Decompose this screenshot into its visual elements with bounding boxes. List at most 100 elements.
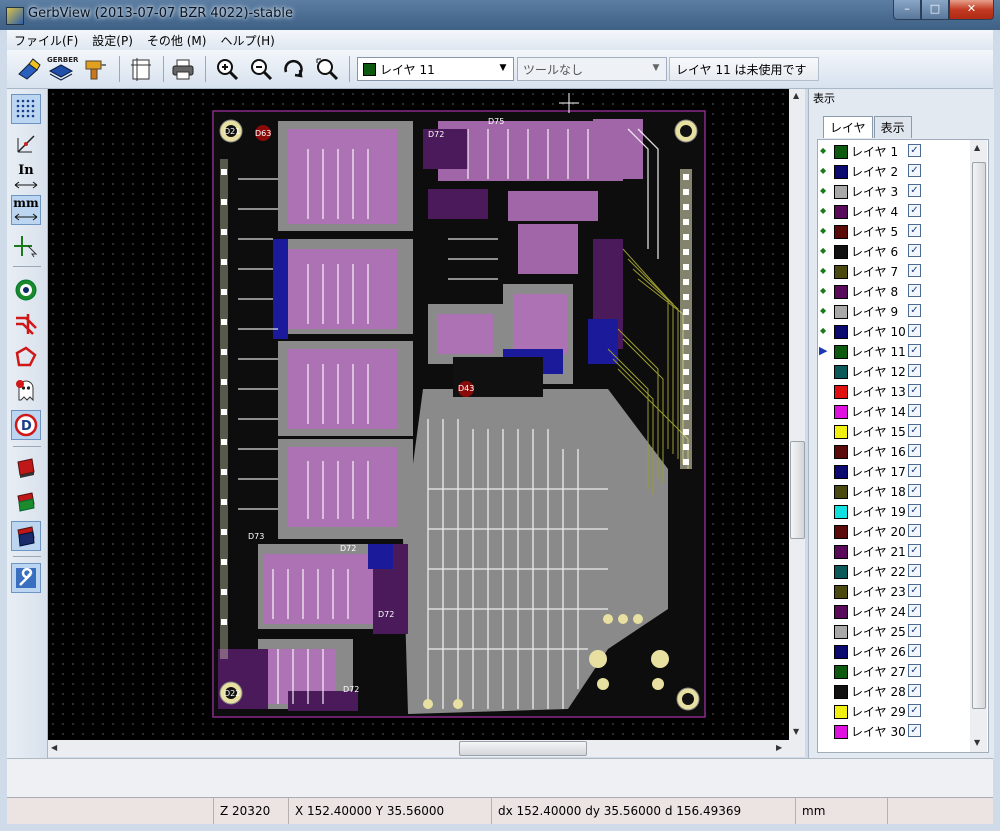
layer-color-swatch[interactable] [834, 205, 848, 219]
layer-name[interactable]: レイヤ 28 [851, 683, 906, 700]
clear-layers-button[interactable] [15, 55, 43, 83]
layer-name[interactable]: レイヤ 11 [851, 343, 906, 360]
layer-name[interactable]: レイヤ 1 [851, 143, 898, 160]
show-negative-objects-button[interactable] [11, 375, 41, 405]
page-settings-button[interactable] [127, 55, 155, 83]
layer-color-swatch[interactable] [834, 605, 848, 619]
layer-visibility-checkbox[interactable]: ✓ [908, 624, 921, 637]
layer-visibility-checkbox[interactable]: ✓ [908, 644, 921, 657]
layer-color-swatch[interactable] [834, 165, 848, 179]
layer-visibility-checkbox[interactable]: ✓ [908, 344, 921, 357]
title-bar[interactable]: GerbView (2013-07-07 BZR 4022)-stable – … [0, 0, 1000, 30]
layer-visibility-checkbox[interactable]: ✓ [908, 224, 921, 237]
layer-row[interactable]: レイヤ 27 ✓ [818, 661, 968, 681]
layer-color-swatch[interactable] [834, 545, 848, 559]
layer-visibility-checkbox[interactable]: ✓ [908, 604, 921, 617]
layer-name[interactable]: レイヤ 9 [851, 303, 898, 320]
print-button[interactable] [169, 55, 197, 83]
layer-visibility-checkbox[interactable]: ✓ [908, 184, 921, 197]
maximize-button[interactable]: □ [921, 0, 949, 20]
layer-row[interactable]: レイヤ 18 ✓ [818, 481, 968, 501]
layer-row[interactable]: ◆ レイヤ 3 ✓ [818, 181, 968, 201]
show-dcodes-button[interactable]: D [11, 410, 41, 440]
layer-row[interactable]: レイヤ 19 ✓ [818, 501, 968, 521]
layer-color-swatch[interactable] [834, 465, 848, 479]
mm-units-button[interactable]: mm [11, 195, 41, 225]
layer-name[interactable]: レイヤ 29 [851, 703, 906, 720]
layer-color-swatch[interactable] [834, 625, 848, 639]
layer-color-swatch[interactable] [834, 565, 848, 579]
layer-color-swatch[interactable] [834, 285, 848, 299]
layer-row[interactable]: レイヤ 24 ✓ [818, 601, 968, 621]
canvas-vertical-scroll-thumb[interactable] [790, 441, 805, 539]
pcb-board-view[interactable]: D21 D63 D72 D75 D43 D73 D72 D72 D22 D72 [48, 89, 789, 740]
cursor-shape-button[interactable] [11, 231, 41, 261]
layer-visibility-checkbox[interactable]: ✓ [908, 204, 921, 217]
layers-manager-toggle-button[interactable] [11, 563, 41, 593]
layer-color-swatch[interactable] [834, 585, 848, 599]
layer-color-swatch[interactable] [834, 305, 848, 319]
show-lines-sketch-button[interactable] [11, 309, 41, 339]
display-mode-1-button[interactable] [11, 453, 41, 483]
layer-row[interactable]: ◆ レイヤ 4 ✓ [818, 201, 968, 221]
layer-name[interactable]: レイヤ 5 [851, 223, 898, 240]
layer-color-swatch[interactable] [834, 265, 848, 279]
tab-layers[interactable]: レイヤ [823, 116, 873, 138]
canvas-vertical-scrollbar[interactable]: ▲ ▼ [789, 89, 805, 740]
layer-name[interactable]: レイヤ 2 [851, 163, 898, 180]
layer-color-swatch[interactable] [834, 665, 848, 679]
scroll-down-arrow-icon[interactable]: ▼ [974, 738, 980, 747]
menu-settings[interactable]: 設定(P) [85, 32, 140, 49]
layer-visibility-checkbox[interactable]: ✓ [908, 364, 921, 377]
scroll-right-arrow-icon[interactable]: ▶ [776, 743, 782, 752]
layer-name[interactable]: レイヤ 18 [851, 483, 906, 500]
menu-help[interactable]: ヘルプ(H) [213, 32, 281, 49]
load-drill-button[interactable] [81, 55, 109, 83]
layer-color-swatch[interactable] [834, 405, 848, 419]
layer-visibility-checkbox[interactable]: ✓ [908, 304, 921, 317]
show-flashed-sketch-button[interactable] [11, 275, 41, 305]
layer-row[interactable]: レイヤ 14 ✓ [818, 401, 968, 421]
layer-name[interactable]: レイヤ 19 [851, 503, 906, 520]
layer-color-swatch[interactable] [834, 425, 848, 439]
layer-color-swatch[interactable] [834, 385, 848, 399]
layer-color-swatch[interactable] [834, 705, 848, 719]
layer-row[interactable]: レイヤ 25 ✓ [818, 621, 968, 641]
display-mode-3-button[interactable] [11, 521, 41, 551]
menu-file[interactable]: ファイル(F) [7, 32, 85, 49]
layer-row[interactable]: レイヤ 28 ✓ [818, 681, 968, 701]
layer-row[interactable]: ◆ レイヤ 5 ✓ [818, 221, 968, 241]
layer-list-scroll-thumb[interactable] [972, 162, 986, 709]
inch-units-button[interactable]: In [11, 162, 41, 192]
layer-visibility-checkbox[interactable]: ✓ [908, 264, 921, 277]
layer-row[interactable]: レイヤ 30 ✓ [818, 721, 968, 741]
layer-row[interactable]: ◆ レイヤ 9 ✓ [818, 301, 968, 321]
layer-visibility-checkbox[interactable]: ✓ [908, 524, 921, 537]
scroll-left-arrow-icon[interactable]: ◀ [51, 743, 57, 752]
layer-color-swatch[interactable] [834, 185, 848, 199]
canvas-horizontal-scrollbar[interactable]: ◀ ▶ [48, 740, 789, 757]
layer-name[interactable]: レイヤ 15 [851, 423, 906, 440]
layer-name[interactable]: レイヤ 30 [851, 723, 906, 740]
layer-visibility-checkbox[interactable]: ✓ [908, 404, 921, 417]
layer-color-swatch[interactable] [834, 325, 848, 339]
layer-visibility-checkbox[interactable]: ✓ [908, 284, 921, 297]
layer-visibility-checkbox[interactable]: ✓ [908, 504, 921, 517]
layer-name[interactable]: レイヤ 13 [851, 383, 906, 400]
layer-list-scrollbar[interactable]: ▲ ▼ [970, 140, 987, 752]
layer-name[interactable]: レイヤ 23 [851, 583, 906, 600]
layer-row[interactable]: ▶ レイヤ 11 ✓ [818, 341, 968, 361]
layer-row[interactable]: レイヤ 13 ✓ [818, 381, 968, 401]
drawing-canvas[interactable]: D21 D63 D72 D75 D43 D73 D72 D72 D22 D72 [48, 89, 789, 740]
layer-visibility-checkbox[interactable]: ✓ [908, 324, 921, 337]
layer-visibility-checkbox[interactable]: ✓ [908, 704, 921, 717]
layer-row[interactable]: レイヤ 17 ✓ [818, 461, 968, 481]
layer-color-swatch[interactable] [834, 365, 848, 379]
scroll-up-arrow-icon[interactable]: ▲ [974, 143, 980, 152]
layer-name[interactable]: レイヤ 3 [851, 183, 898, 200]
tool-select[interactable]: ツールなし ▼ [517, 57, 667, 81]
layer-row[interactable]: ◆ レイヤ 8 ✓ [818, 281, 968, 301]
layer-row[interactable]: レイヤ 23 ✓ [818, 581, 968, 601]
tab-render[interactable]: 表示 [873, 116, 912, 138]
layer-visibility-checkbox[interactable]: ✓ [908, 244, 921, 257]
